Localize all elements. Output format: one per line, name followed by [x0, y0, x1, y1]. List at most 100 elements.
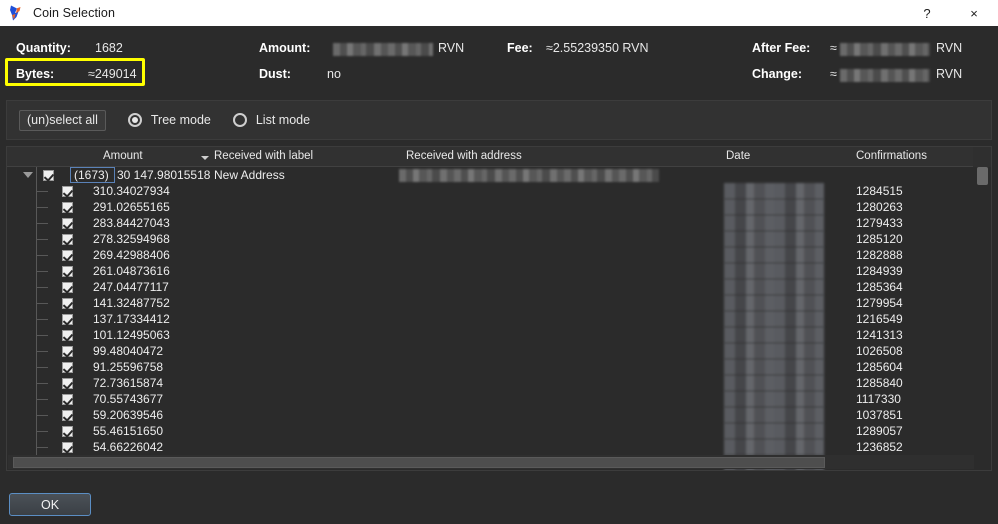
window-title: Coin Selection: [33, 6, 116, 20]
cell-confirmations: 1285840: [856, 376, 903, 390]
table-row[interactable]: 59.20639546 1037851: [7, 407, 975, 423]
table-header: Amount Received with label Received with…: [7, 147, 975, 167]
tree-branch-line: [36, 415, 48, 416]
table-row[interactable]: 291.02655165 1280263: [7, 199, 975, 215]
cell-date-redacted: [724, 375, 824, 391]
help-button[interactable]: ?: [904, 0, 950, 26]
tree-branch-line: [36, 191, 48, 192]
bytes-label: Bytes:: [16, 67, 55, 81]
table-row[interactable]: 91.25596758 1285604: [7, 359, 975, 375]
cell-amount: 247.04477117: [93, 280, 169, 294]
cell-date-redacted: [724, 311, 824, 327]
tree-expander-icon[interactable]: [23, 172, 33, 178]
horizontal-scrollbar-thumb[interactable]: [13, 457, 825, 468]
row-checkbox[interactable]: [62, 186, 73, 197]
cell-amount: 91.25596758: [93, 360, 164, 374]
cell-confirmations: 1236852: [856, 440, 903, 454]
row-checkbox[interactable]: [62, 410, 73, 421]
row-checkbox[interactable]: [62, 250, 73, 261]
cell-date-redacted: [724, 423, 824, 439]
column-header-confirmations[interactable]: Confirmations: [856, 150, 927, 162]
ok-button[interactable]: OK: [9, 493, 91, 516]
tree-branch-line: [36, 431, 48, 432]
column-header-amount[interactable]: Amount: [103, 150, 143, 162]
list-mode-radio[interactable]: List mode: [232, 113, 310, 127]
tree-branch-line: [36, 271, 48, 272]
row-checkbox[interactable]: [62, 346, 73, 357]
cell-confirmations: 1285120: [856, 232, 903, 246]
cell-date-redacted: [724, 359, 824, 375]
cell-date-redacted: [724, 279, 824, 295]
cell-amount: 310.34027934: [93, 184, 170, 198]
tree-branch-line: [36, 239, 48, 240]
close-button[interactable]: ×: [950, 0, 998, 26]
cell-confirmations: 1284515: [856, 184, 903, 198]
cell-amount: 101.12495063: [93, 328, 170, 342]
row-checkbox[interactable]: [62, 218, 73, 229]
row-checkbox[interactable]: [62, 442, 73, 453]
dust-value: no: [327, 67, 341, 81]
table-row[interactable]: 101.12495063 1241313: [7, 327, 975, 343]
table-row[interactable]: 70.55743677 1117330: [7, 391, 975, 407]
tree-mode-radio[interactable]: Tree mode: [127, 113, 211, 127]
row-checkbox[interactable]: [62, 378, 73, 389]
cell-confirmations: 1289057: [856, 424, 903, 438]
cell-confirmations: 1241313: [856, 328, 903, 342]
change-unit: RVN: [936, 67, 963, 81]
row-checkbox[interactable]: [62, 394, 73, 405]
row-checkbox[interactable]: [62, 330, 73, 341]
column-header-received-with-label[interactable]: Received with label: [214, 150, 313, 162]
cell-confirmations: 1282888: [856, 248, 903, 262]
table-row[interactable]: 137.17334412 1216549: [7, 311, 975, 327]
coin-list-tree[interactable]: Amount Received with label Received with…: [6, 146, 992, 471]
mode-toolbar: (un)select all Tree mode List mode: [6, 100, 992, 140]
table-row[interactable]: 269.42988406 1282888: [7, 247, 975, 263]
cell-date-redacted: [724, 343, 824, 359]
table-row[interactable]: 55.46151650 1289057: [7, 423, 975, 439]
row-checkbox[interactable]: [62, 234, 73, 245]
ravencoin-logo-icon: [7, 4, 25, 22]
row-checkbox[interactable]: [62, 314, 73, 325]
table-row[interactable]: 283.84427043 1279433: [7, 215, 975, 231]
cell-amount: 54.66226042: [93, 440, 164, 454]
tree-branch-line: [36, 223, 48, 224]
change-label: Change:: [752, 67, 802, 81]
table-row[interactable]: 54.66226042 1236852: [7, 439, 975, 455]
cell-date-redacted: [724, 263, 824, 279]
column-header-date[interactable]: Date: [726, 150, 750, 162]
table-row[interactable]: 261.04873616 1284939: [7, 263, 975, 279]
table-row-parent[interactable]: (1673) 30 147.98015518 New Address: [7, 167, 975, 183]
row-checkbox[interactable]: [62, 426, 73, 437]
column-header-received-with-address[interactable]: Received with address: [406, 150, 522, 162]
cell-amount: 99.48040472: [93, 344, 164, 358]
cell-date-redacted: [724, 407, 824, 423]
cell-date-redacted: [724, 183, 824, 199]
tree-branch-line: [36, 383, 48, 384]
horizontal-scrollbar[interactable]: [8, 455, 974, 469]
bytes-value: ≈249014: [88, 67, 137, 81]
table-row[interactable]: 99.48040472 1026508: [7, 343, 975, 359]
cell-date-redacted: [724, 327, 824, 343]
row-checkbox[interactable]: [62, 298, 73, 309]
dust-label: Dust:: [259, 67, 291, 81]
table-row[interactable]: 141.32487752 1279954: [7, 295, 975, 311]
row-checkbox[interactable]: [62, 282, 73, 293]
table-row[interactable]: 72.73615874 1285840: [7, 375, 975, 391]
fee-value: ≈2.55239350 RVN: [546, 41, 649, 55]
cell-confirmations: 1026508: [856, 344, 903, 358]
window-controls: ? ×: [904, 0, 998, 26]
table-row[interactable]: 278.32594968 1285120: [7, 231, 975, 247]
change-value-redacted: [840, 69, 930, 82]
row-checkbox[interactable]: [62, 266, 73, 277]
vertical-scrollbar-thumb[interactable]: [977, 167, 988, 185]
row-checkbox[interactable]: [62, 202, 73, 213]
row-checkbox[interactable]: [43, 170, 54, 181]
vertical-scrollbar[interactable]: [973, 167, 991, 455]
cell-date-redacted: [724, 439, 824, 455]
table-row[interactable]: 247.04477117 1285364: [7, 279, 975, 295]
row-checkbox[interactable]: [62, 362, 73, 373]
cell-confirmations: 1037851: [856, 408, 903, 422]
table-row[interactable]: 310.34027934 1284515: [7, 183, 975, 199]
unselect-all-button[interactable]: (un)select all: [19, 109, 106, 131]
after-fee-unit: RVN: [936, 41, 963, 55]
